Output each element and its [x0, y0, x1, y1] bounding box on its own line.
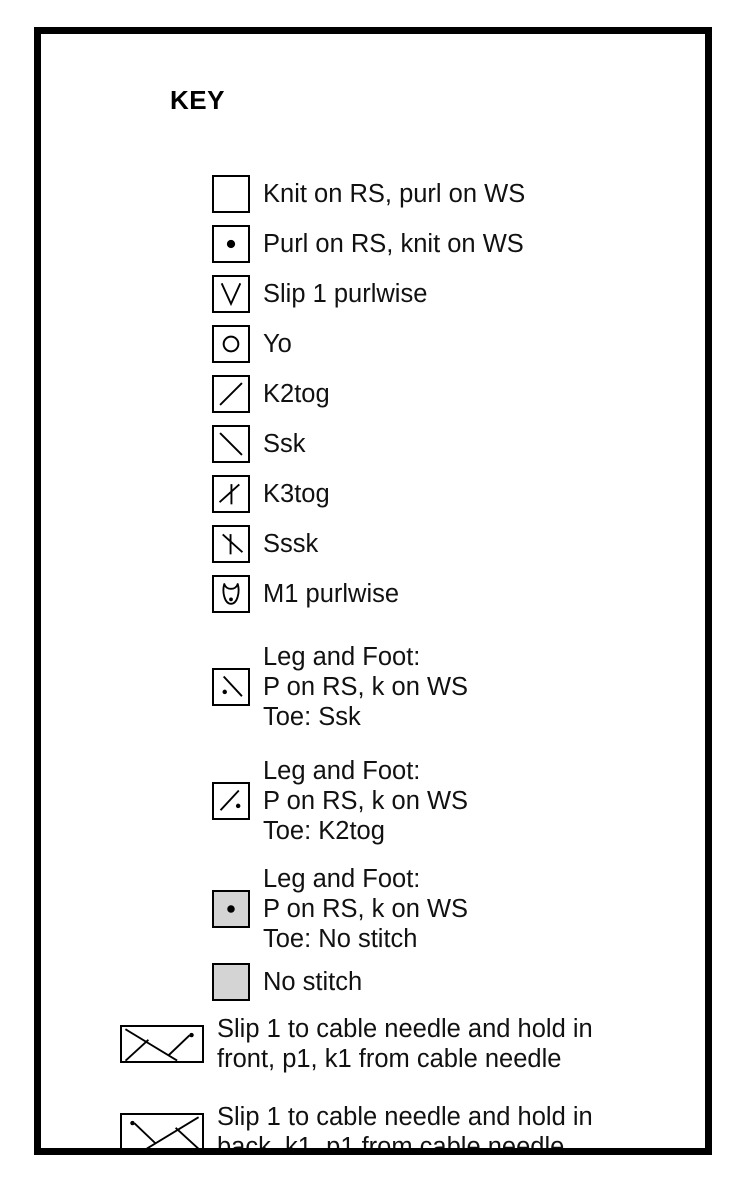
- key-row-purl: Purl on RS, knit on WS: [150, 225, 524, 263]
- sssk-icon: [212, 525, 250, 563]
- key-label: Leg and Foot: P on RS, k on WS Toe: No s…: [263, 865, 469, 953]
- symbol-slot: [150, 375, 250, 413]
- key-row-k2tog: K2tog: [150, 375, 330, 413]
- m1-purlwise-icon: [212, 575, 250, 613]
- key-row-ssk: Ssk: [150, 425, 306, 463]
- empty-square-icon: [212, 175, 250, 213]
- key-row-yo: Yo: [150, 325, 292, 363]
- symbol-slot: [150, 890, 250, 928]
- key-label: Slip 1 to cable needle and hold in front…: [217, 1015, 593, 1073]
- gray-dot-icon: [212, 890, 250, 928]
- key-row-no-stitch: No stitch: [150, 963, 362, 1001]
- page-title: KEY: [170, 85, 225, 115]
- key-row-slip1-purlwise: Slip 1 purlwise: [150, 275, 427, 313]
- symbol-slot: [150, 668, 250, 706]
- key-row-legfoot-ssk: Leg and Foot: P on RS, k on WS Toe: Ssk: [150, 642, 468, 732]
- circle-icon: [212, 325, 250, 363]
- key-label: Leg and Foot: P on RS, k on WS Toe: Ssk: [263, 643, 469, 731]
- key-label: M1 purlwise: [263, 580, 400, 608]
- symbol-slot: [104, 1113, 204, 1148]
- slash-dot-icon: [212, 782, 250, 820]
- symbol-slot: [150, 963, 250, 1001]
- symbol-slot: [150, 525, 250, 563]
- key-label: Slip 1 purlwise: [263, 280, 428, 308]
- symbol-slot: [150, 325, 250, 363]
- key-label: Sssk: [263, 530, 319, 558]
- symbol-slot: [150, 475, 250, 513]
- symbol-slot: [150, 225, 250, 263]
- key-row-legfoot-k2tog: Leg and Foot: P on RS, k on WS Toe: K2to…: [150, 756, 468, 846]
- gray-empty-icon: [212, 963, 250, 1001]
- key-label: Purl on RS, knit on WS: [263, 230, 524, 258]
- symbol-slot: [150, 575, 250, 613]
- symbol-slot: [104, 1025, 204, 1063]
- symbol-slot: [150, 782, 250, 820]
- vee-icon: [212, 275, 250, 313]
- key-row-knit: Knit on RS, purl on WS: [150, 175, 525, 213]
- key-label: Ssk: [263, 430, 306, 458]
- key-row-k3tog: K3tog: [150, 475, 330, 513]
- key-row-cable-front: Slip 1 to cable needle and hold in front…: [104, 1014, 593, 1074]
- dot-icon: [212, 225, 250, 263]
- key-label: K3tog: [263, 480, 330, 508]
- forward-slash-icon: [212, 375, 250, 413]
- key-label: No stitch: [263, 968, 363, 996]
- key-label: K2tog: [263, 380, 330, 408]
- dot-backslash-icon: [212, 668, 250, 706]
- key-label: Yo: [263, 330, 292, 358]
- key-row-m1-purlwise: M1 purlwise: [150, 575, 399, 613]
- key-label: Slip 1 to cable needle and hold in back,…: [217, 1103, 593, 1148]
- key-row-legfoot-nostitch: Leg and Foot: P on RS, k on WS Toe: No s…: [150, 864, 468, 954]
- cable-back-icon: [120, 1113, 204, 1148]
- cable-front-icon: [120, 1025, 204, 1063]
- symbol-slot: [150, 275, 250, 313]
- key-row-sssk: Sssk: [150, 525, 318, 563]
- k3tog-icon: [212, 475, 250, 513]
- symbol-slot: [150, 425, 250, 463]
- key-label: Leg and Foot: P on RS, k on WS Toe: K2to…: [263, 757, 469, 845]
- key-panel: KEY Knit on RS, purl on WS Purl on RS, k…: [34, 27, 712, 1155]
- back-slash-icon: [212, 425, 250, 463]
- key-label: Knit on RS, purl on WS: [263, 180, 526, 208]
- key-panel-inner: KEY Knit on RS, purl on WS Purl on RS, k…: [41, 34, 705, 1148]
- key-row-cable-back: Slip 1 to cable needle and hold in back,…: [104, 1102, 593, 1148]
- symbol-slot: [150, 175, 250, 213]
